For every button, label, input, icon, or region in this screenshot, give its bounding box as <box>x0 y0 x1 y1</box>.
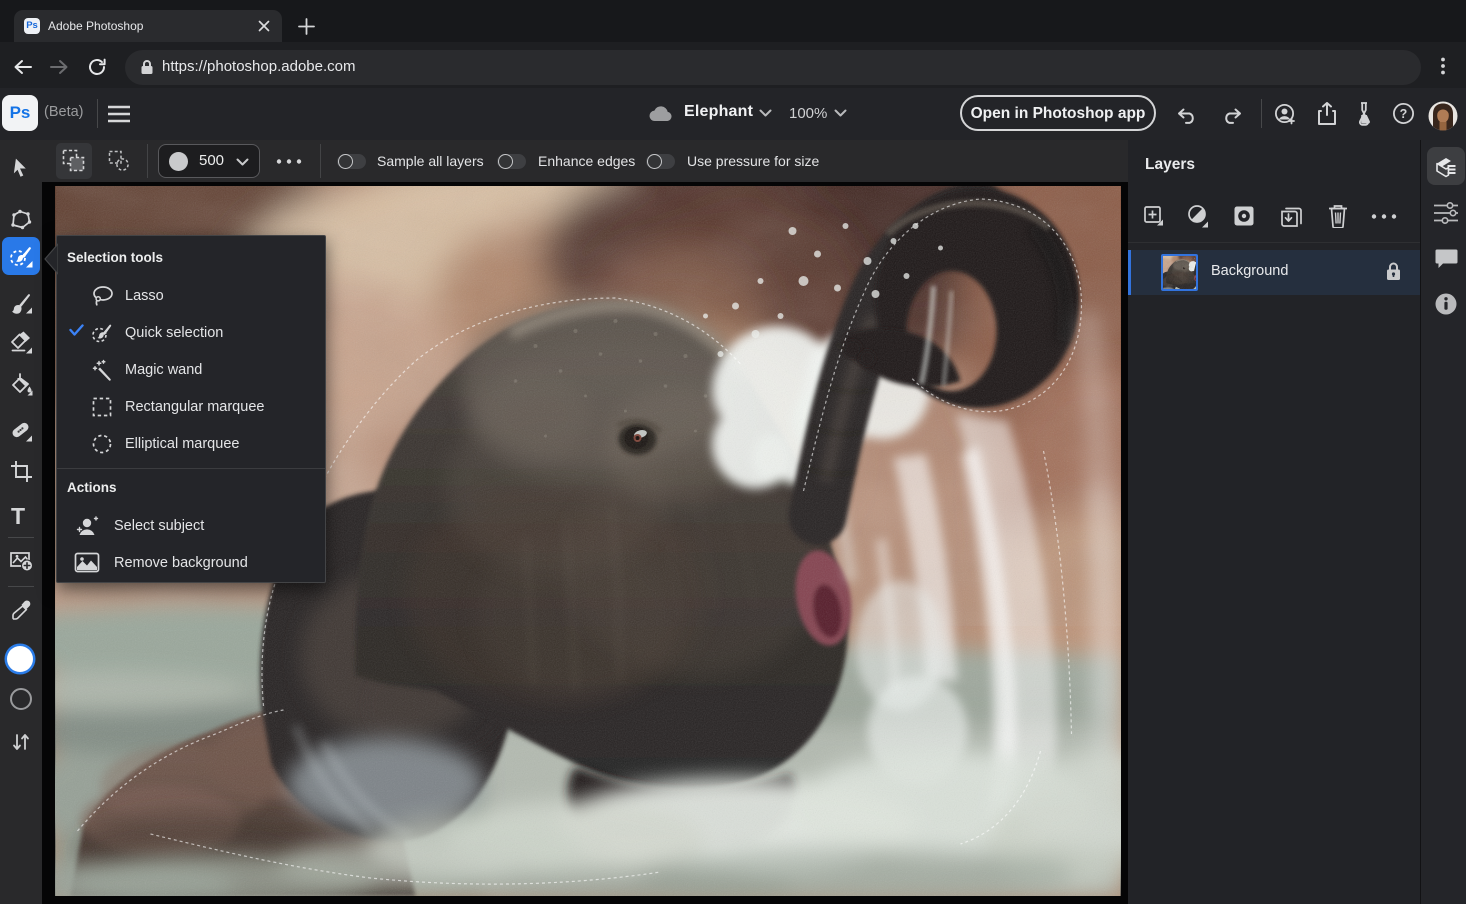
svg-text:?: ? <box>1400 107 1408 121</box>
